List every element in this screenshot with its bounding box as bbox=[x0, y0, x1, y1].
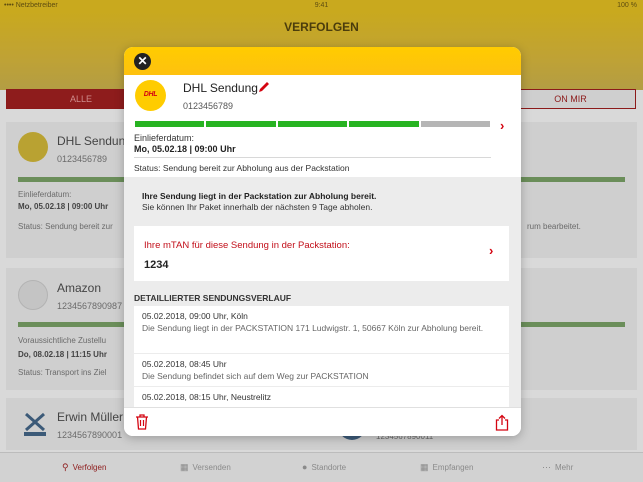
modal-header: ✕ bbox=[124, 47, 521, 75]
dhl-logo-icon: DHL bbox=[135, 80, 166, 111]
item-name: Amazon bbox=[57, 281, 102, 295]
shipment-number: 0123456789 bbox=[183, 101, 234, 111]
close-icon: ✕ bbox=[137, 54, 148, 68]
einlieferdatum-value: Mo, 05.02.18 | 09:00 Uhr bbox=[134, 144, 236, 154]
history-entry: 05.02.2018, 08:45 Uhr Die Sendung befind… bbox=[134, 354, 509, 386]
tab-label: Standorte bbox=[311, 463, 347, 472]
item-status: Status: Sendung bereit zur bbox=[18, 222, 113, 231]
history-entry: 05.02.2018, 09:00 Uhr, Köln Die Sendung … bbox=[134, 306, 509, 353]
progress-step bbox=[135, 121, 205, 127]
item-status: Status: Transport ins Ziel bbox=[18, 368, 107, 377]
clock: 9:41 bbox=[314, 2, 329, 9]
tab-label: Empfangen bbox=[432, 463, 474, 472]
history-entry: 05.02.2018, 08:15 Uhr, Neustrelitz bbox=[134, 387, 509, 407]
progress-step bbox=[206, 121, 276, 127]
tab-label: Mehr bbox=[555, 463, 574, 472]
info-headline: Ihre Sendung liegt in der Packstation zu… bbox=[142, 191, 377, 201]
einlieferdatum-label: Einlieferdatum: bbox=[134, 133, 195, 143]
progress-step bbox=[277, 121, 348, 127]
inbox-icon: ▦ bbox=[420, 462, 429, 472]
modal-footer bbox=[124, 407, 521, 436]
tab-label: Versenden bbox=[192, 463, 231, 472]
tab-empfangen[interactable]: ▦ Empfangen bbox=[420, 462, 473, 473]
item-value: Do, 08.02.18 | 11:15 Uhr bbox=[18, 350, 107, 359]
chevron-right-icon: › bbox=[489, 243, 494, 258]
item-label: Einlieferdatum: bbox=[18, 190, 72, 199]
logo-text: DHL bbox=[143, 91, 158, 98]
amazon-logo-icon bbox=[18, 280, 48, 310]
info-text: Sie können Ihr Paket innerhalb der nächs… bbox=[142, 202, 373, 212]
history-title: DETAILLIERTER SENDUNGSVERLAUF bbox=[134, 293, 292, 303]
history-text: Die Sendung befindet sich auf dem Weg zu… bbox=[142, 371, 369, 381]
item-name: Erwin Müller bbox=[57, 410, 124, 424]
close-button[interactable]: ✕ bbox=[134, 53, 151, 70]
item-number: 1234567890001 bbox=[57, 430, 123, 440]
mueller-logo-icon bbox=[24, 412, 46, 436]
search-icon: ⚲ bbox=[62, 462, 69, 472]
progress-step bbox=[349, 121, 419, 127]
progress-step bbox=[420, 121, 490, 127]
pin-icon: ● bbox=[302, 462, 308, 472]
segment-mine[interactable]: ON MIR bbox=[505, 89, 636, 109]
shipment-detail-modal: ✕ DHL DHL Sendung 0123456789 › Einliefer… bbox=[124, 47, 521, 436]
mtan-value: 1234 bbox=[144, 259, 169, 271]
item-name: DHL Sendung bbox=[57, 134, 132, 148]
item-value: Mo, 05.02.18 | 09:00 Uhr bbox=[18, 202, 109, 211]
status-bar: •••• Netzbetreiber 9:41 100 % bbox=[0, 0, 643, 12]
battery-label: 100 % bbox=[617, 2, 637, 9]
item-label: Voraussichtliche Zustellu bbox=[18, 336, 107, 345]
item-number: 0123456789 bbox=[57, 154, 108, 164]
shipment-progress-bar bbox=[135, 121, 490, 127]
dhl-logo-icon bbox=[18, 132, 48, 162]
history-text: Die Sendung liegt in der PACKSTATION 171… bbox=[142, 323, 484, 333]
mtan-card[interactable]: Ihre mTAN für diese Sendung in der Packs… bbox=[134, 226, 509, 281]
trash-icon[interactable] bbox=[135, 414, 149, 430]
tab-versenden[interactable]: ▦ Versenden bbox=[180, 462, 231, 473]
page-title: VERFOLGEN bbox=[284, 20, 359, 34]
history-time: 05.02.2018, 08:15 Uhr, Neustrelitz bbox=[142, 392, 271, 402]
shipment-status: Status: Sendung bereit zur Abholung aus … bbox=[134, 163, 350, 173]
history-time: 05.02.2018, 08:45 Uhr bbox=[142, 359, 227, 369]
cart-icon: ▦ bbox=[180, 462, 189, 472]
mtan-label: Ihre mTAN für diese Sendung in der Packs… bbox=[144, 240, 350, 251]
edit-pencil-icon[interactable] bbox=[257, 80, 271, 94]
history-time: 05.02.2018, 09:00 Uhr, Köln bbox=[142, 311, 248, 321]
tab-mehr[interactable]: ⋯ Mehr bbox=[542, 462, 573, 473]
more-icon: ⋯ bbox=[542, 462, 551, 472]
divider bbox=[134, 157, 491, 158]
tab-bar: ⚲ Verfolgen ▦ Versenden ● Standorte ▦ Empfan… bbox=[0, 452, 643, 482]
tab-label: Verfolgen bbox=[72, 463, 107, 472]
share-icon[interactable] bbox=[495, 414, 509, 431]
item-status-tail: rum bearbeitet. bbox=[527, 222, 581, 231]
shipment-title: DHL Sendung bbox=[183, 81, 258, 95]
tab-standorte[interactable]: ● Standorte bbox=[302, 462, 346, 472]
tab-verfolgen[interactable]: ⚲ Verfolgen bbox=[62, 462, 106, 473]
item-number: 1234567890987 bbox=[57, 301, 123, 311]
chevron-right-icon[interactable]: › bbox=[500, 118, 504, 133]
